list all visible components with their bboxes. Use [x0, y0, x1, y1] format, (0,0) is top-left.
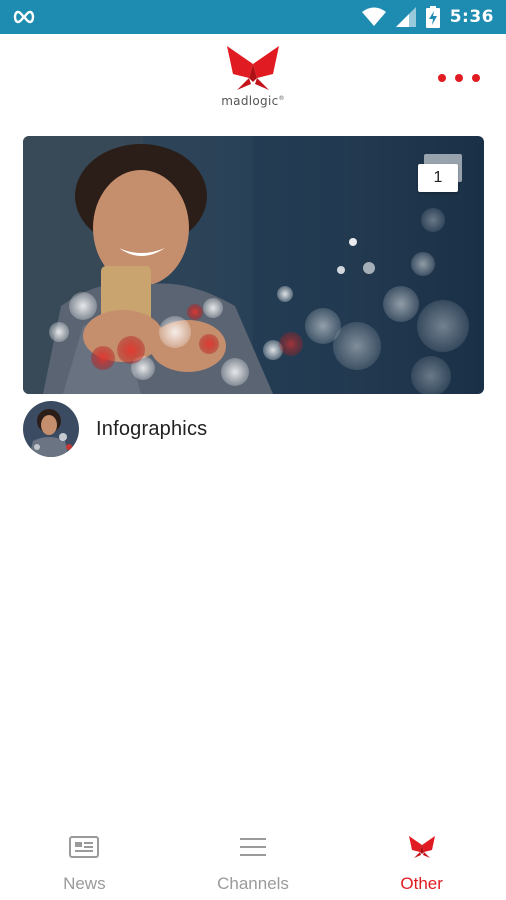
nav-label-news: News — [63, 874, 106, 893]
channel-label: Infographics — [96, 417, 208, 440]
madlogic-bird-icon — [407, 832, 437, 862]
card-photo — [23, 136, 484, 394]
newspaper-icon — [69, 832, 100, 862]
more-options-button[interactable] — [438, 70, 480, 86]
infinity-icon — [12, 10, 36, 24]
logo-registered-mark: ® — [278, 95, 285, 102]
nav-label-other: Other — [400, 874, 443, 893]
bottom-navigation: News Channels Other — [0, 816, 506, 900]
app-header: madlogic® — [0, 34, 506, 124]
madlogic-bird-logo-icon — [227, 46, 279, 90]
status-bar: 5:36 — [0, 0, 506, 34]
channel-avatar — [23, 401, 79, 457]
more-dots-icon — [438, 74, 446, 82]
nav-item-news[interactable]: News — [0, 816, 169, 900]
logo-text: madlogic — [221, 94, 279, 108]
item-count: 1 — [418, 164, 458, 192]
battery-charging-icon — [425, 6, 440, 28]
nav-item-other[interactable]: Other — [337, 816, 506, 900]
item-count-badge: 1 — [418, 154, 462, 194]
signal-icon — [395, 7, 416, 27]
status-time: 5:36 — [449, 7, 494, 27]
menu-lines-icon — [240, 832, 266, 862]
wifi-icon — [361, 7, 386, 27]
nav-item-channels[interactable]: Channels — [169, 816, 338, 900]
nav-label-channels: Channels — [217, 874, 289, 893]
channel-row-infographics[interactable]: Infographics — [23, 400, 484, 458]
madlogic-logo: madlogic® — [213, 44, 293, 116]
content-card[interactable]: 1 — [23, 136, 484, 394]
